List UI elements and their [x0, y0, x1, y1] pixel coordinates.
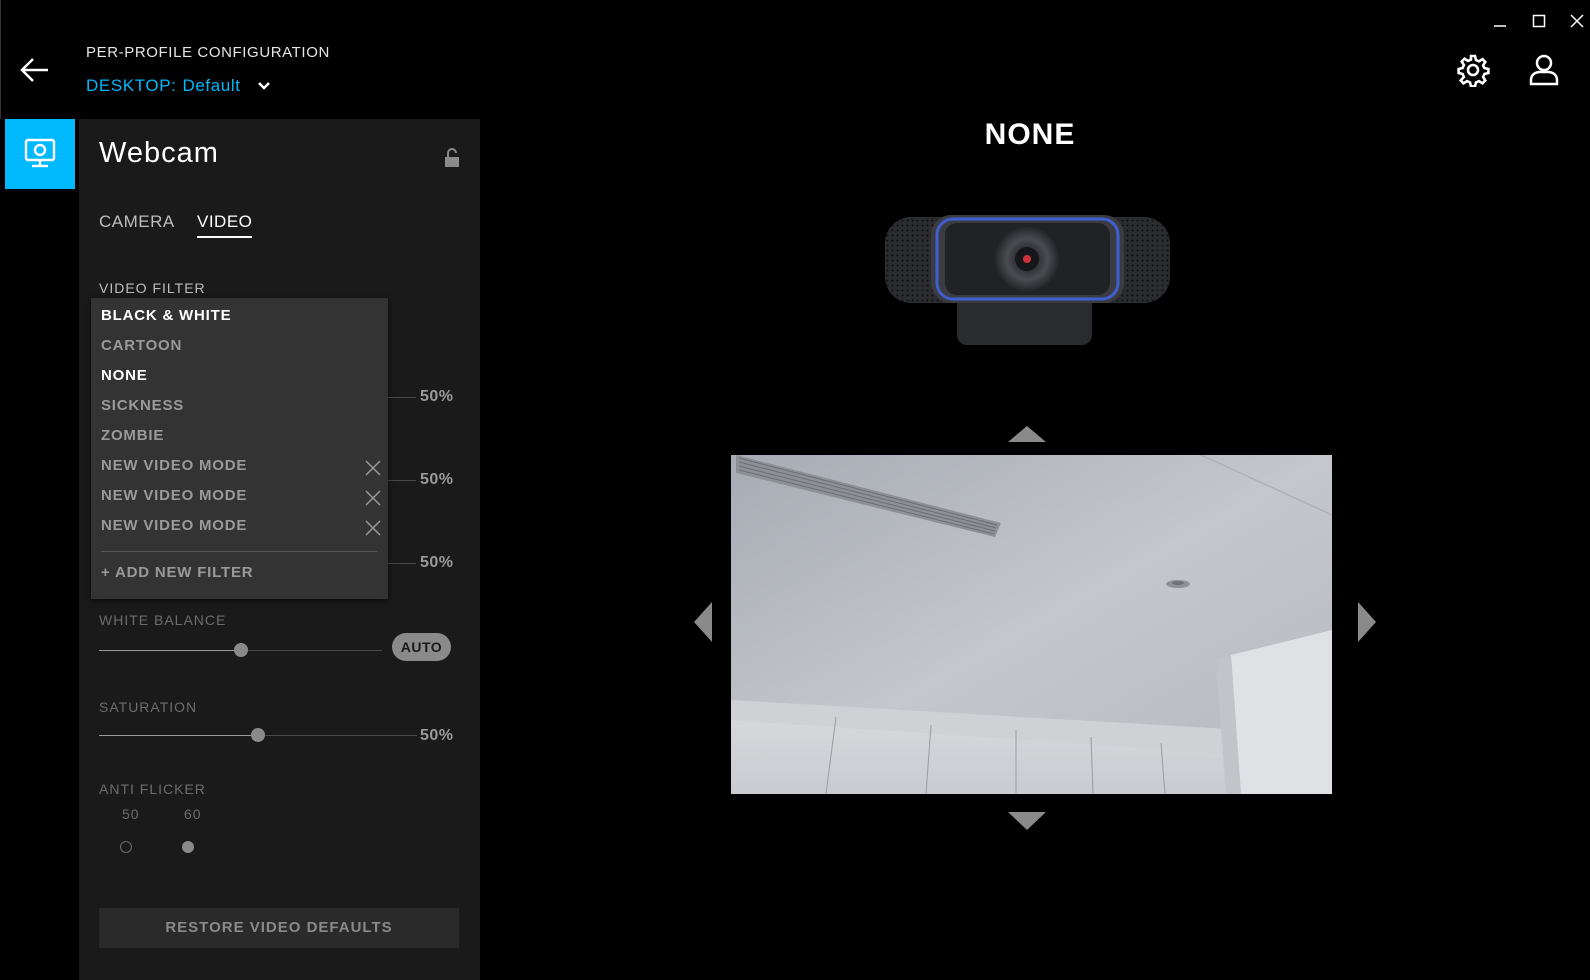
- add-filter-button[interactable]: + ADD NEW FILTER: [101, 564, 253, 581]
- close-icon[interactable]: [1564, 10, 1590, 32]
- saturation-label: SATURATION: [99, 699, 198, 715]
- arrow-left-nav-icon[interactable]: [692, 600, 714, 649]
- slider-value: 50%: [420, 388, 454, 405]
- remove-filter-icon[interactable]: [365, 488, 381, 506]
- filter-option-label: NEW VIDEO MODE: [101, 487, 248, 504]
- remove-filter-icon[interactable]: [365, 518, 381, 536]
- slider-fill: [99, 735, 258, 736]
- white-balance-label: WHITE BALANCE: [99, 612, 227, 628]
- filter-option-zombie[interactable]: ZOMBIE: [101, 422, 381, 450]
- slider-track-stub: [388, 397, 416, 398]
- video-mode-title: NONE: [984, 118, 1076, 151]
- saturation-value: 50%: [420, 727, 454, 744]
- webcam-icon: [24, 138, 56, 168]
- slider-value: 50%: [420, 471, 454, 488]
- remove-filter-icon[interactable]: [365, 458, 381, 476]
- filter-option-label: NEW VIDEO MODE: [101, 457, 248, 474]
- filter-option-label: ZOMBIE: [101, 427, 165, 444]
- slider-thumb[interactable]: [251, 728, 265, 742]
- maximize-icon[interactable]: [1526, 10, 1552, 32]
- tab-camera[interactable]: CAMERA: [99, 212, 175, 236]
- slider-track-stub: [388, 563, 416, 564]
- chevron-down-icon: [257, 76, 271, 96]
- webcam-device-tile[interactable]: [5, 119, 75, 189]
- restore-defaults-button[interactable]: RESTORE VIDEO DEFAULTS: [99, 908, 459, 948]
- flicker-radio-60[interactable]: [182, 841, 194, 853]
- filter-option-label: NEW VIDEO MODE: [101, 517, 248, 534]
- minimize-icon[interactable]: [1487, 10, 1513, 32]
- flicker-option-50-label: 50: [122, 806, 140, 822]
- filter-option-label: CARTOON: [101, 337, 183, 354]
- video-filter-label: VIDEO FILTER: [99, 280, 206, 296]
- arrow-up-icon[interactable]: [1006, 424, 1048, 449]
- dropdown-divider: [101, 551, 377, 552]
- tab-video[interactable]: VIDEO: [197, 212, 253, 238]
- video-preview: [731, 455, 1332, 794]
- filter-option-black-white[interactable]: BLACK & WHITE: [101, 302, 381, 330]
- filter-option-custom[interactable]: NEW VIDEO MODE: [101, 482, 381, 510]
- profile-selector[interactable]: DESKTOP: Default: [86, 76, 271, 96]
- anti-flicker-label: ANTI FLICKER: [99, 781, 206, 797]
- panel-title: Webcam: [99, 137, 219, 169]
- slider-fill: [99, 650, 241, 651]
- arrow-right-nav-icon[interactable]: [1356, 600, 1378, 649]
- filter-option-custom[interactable]: NEW VIDEO MODE: [101, 512, 381, 540]
- gear-icon[interactable]: [1453, 50, 1493, 90]
- arrow-down-icon[interactable]: [1006, 810, 1048, 837]
- filter-option-cartoon[interactable]: CARTOON: [101, 332, 381, 360]
- filter-option-label: BLACK & WHITE: [101, 307, 232, 324]
- device-rail: [0, 119, 79, 980]
- page-title: PER-PROFILE CONFIGURATION: [86, 44, 330, 61]
- filter-option-sickness[interactable]: SICKNESS: [101, 392, 381, 420]
- slider-thumb[interactable]: [233, 643, 248, 657]
- saturation-slider[interactable]: [99, 726, 417, 746]
- filter-option-label: SICKNESS: [101, 397, 185, 414]
- white-balance-slider[interactable]: [99, 641, 382, 661]
- flicker-radio-50[interactable]: [120, 841, 132, 853]
- filter-option-label: NONE: [101, 367, 148, 384]
- profile-key: DESKTOP:: [86, 76, 177, 95]
- slider-track-stub: [388, 480, 416, 481]
- lock-open-icon[interactable]: [443, 148, 461, 168]
- filter-option-none[interactable]: NONE: [101, 362, 381, 390]
- filter-option-custom[interactable]: NEW VIDEO MODE: [101, 452, 381, 480]
- profile-value: Default: [182, 76, 241, 95]
- flicker-option-60-label: 60: [184, 806, 202, 822]
- user-icon[interactable]: [1524, 50, 1564, 90]
- arrow-left-icon[interactable]: [18, 55, 58, 89]
- filter-dropdown-menu: BLACK & WHITE CARTOON NONE SICKNESS ZOMB…: [91, 298, 388, 599]
- webcam-device-image: [885, 213, 1170, 348]
- slider-value: 50%: [420, 554, 454, 571]
- auto-button[interactable]: AUTO: [392, 633, 451, 661]
